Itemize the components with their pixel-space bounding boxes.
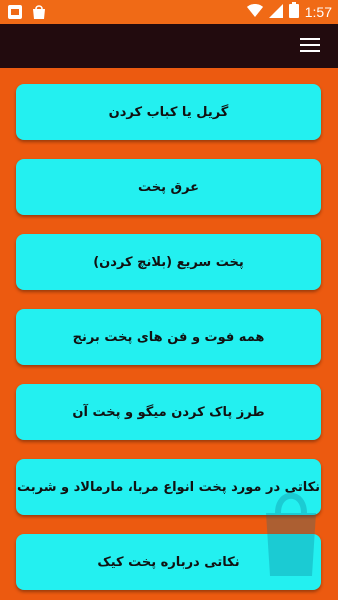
list-item-label: عرق پخت <box>137 179 200 195</box>
list-item-label: نکاتی درباره پخت کیک <box>97 554 240 570</box>
list-item-label: پخت سریع (بلانچ کردن) <box>93 254 244 270</box>
notification-icon <box>6 3 24 25</box>
list-item[interactable]: گریل یا کباب کردن <box>16 84 321 140</box>
status-time: 1:57 <box>304 4 332 20</box>
shopping-bag-icon <box>30 3 48 25</box>
list-item[interactable]: طرز پاک کردن میگو و پخت آن <box>16 384 321 440</box>
list-item-label: گریل یا کباب کردن <box>108 104 229 120</box>
battery-icon <box>288 2 299 22</box>
app-bar <box>0 24 338 68</box>
signal-icon <box>268 3 283 22</box>
list-item[interactable]: پخت سریع (بلانچ کردن) <box>16 234 321 290</box>
status-bar: 1:57 <box>0 0 338 24</box>
list-item-label: طرز پاک کردن میگو و پخت آن <box>72 404 265 420</box>
list-item[interactable]: همه فوت و فن های پخت برنج <box>16 309 321 365</box>
wifi-icon <box>246 3 263 22</box>
shopping-bag-watermark-icon <box>256 488 326 578</box>
list-item[interactable]: عرق پخت <box>16 159 321 215</box>
list-item-label: همه فوت و فن های پخت برنج <box>72 329 265 345</box>
hamburger-menu-icon[interactable] <box>300 38 320 54</box>
